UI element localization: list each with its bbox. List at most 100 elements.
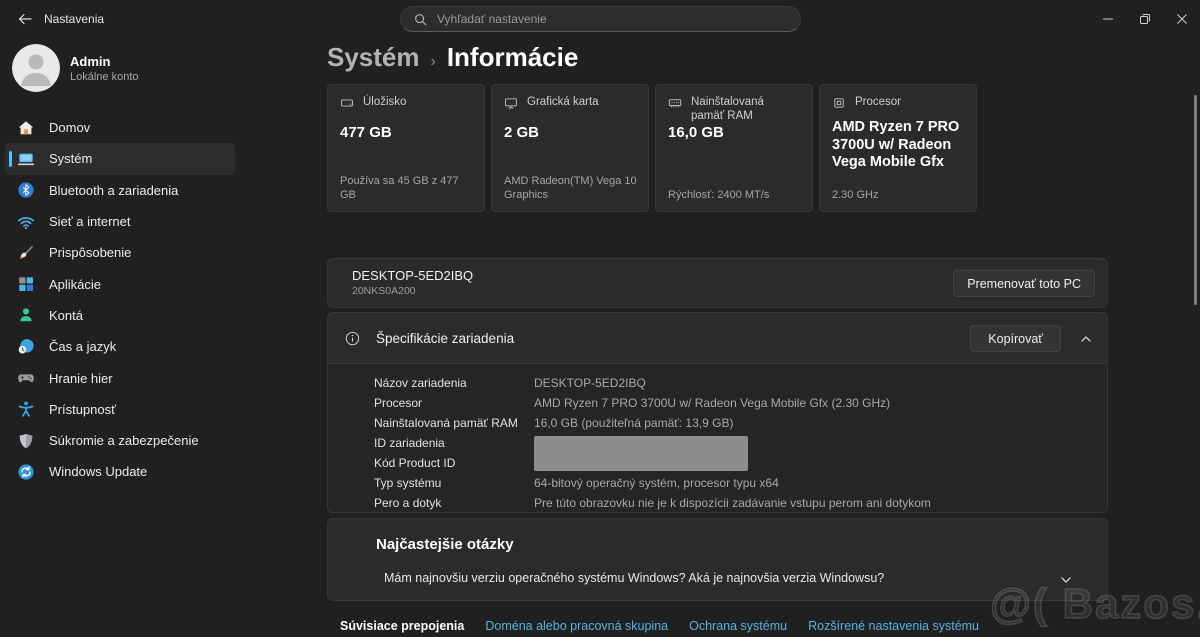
device-specs-card: Špecifikácie zariadenia Kopírovať Názov … [327,312,1108,513]
copy-button[interactable]: Kopírovať [970,325,1061,352]
storage-card[interactable]: Úložisko 477 GB Používa sa 45 GB z 477 G… [327,84,485,212]
gpu-icon [504,96,518,110]
sidebar-item-label: Systém [49,151,92,166]
sidebar-item-label: Súkromie a zabezpečenie [49,433,199,448]
spec-value: 64-bitový operačný systém, procesor typu… [534,476,779,490]
spec-row: Typ systému 64-bitový operačný systém, p… [328,473,1107,493]
scrollbar[interactable] [1194,95,1197,305]
faq-question[interactable]: Mám najnovšiu verziu operačného systému … [384,571,884,585]
sidebar-item-domov[interactable]: Domov [5,112,235,143]
gaming-icon [17,369,35,387]
accessibility-icon [17,400,35,418]
ram-icon [668,96,682,110]
sidebar-item-windows-update[interactable]: Windows Update [5,456,235,487]
window-controls [1089,0,1200,38]
card-label: Úložisko [363,95,406,109]
spec-label: Pero a dotyk [374,496,534,510]
card-label: Procesor [855,95,901,109]
spec-value: DESKTOP-5ED2IBQ [534,376,646,390]
spec-label: ID zariadenia [374,436,534,450]
breadcrumb-separator-icon: › [431,53,436,71]
cpu-card[interactable]: Procesor AMD Ryzen 7 PRO 3700U w/ Radeon… [819,84,977,212]
page-title: Informácie [447,42,579,73]
sidebar-item-label: Hranie hier [49,371,113,386]
sidebar-item-label: Bluetooth a zariadenia [49,183,178,198]
spec-row: Názov zariadenia DESKTOP-5ED2IBQ [328,373,1107,393]
faq-title: Najčastejšie otázky [376,536,514,553]
sidebar-item-apps[interactable]: Aplikácie [5,268,235,299]
close-button[interactable] [1163,0,1200,38]
device-name-card: DESKTOP-5ED2IBQ 20NKS0A200 Premenovať to… [327,258,1108,308]
spec-value: AMD Ryzen 7 PRO 3700U w/ Radeon Vega Mob… [534,396,890,410]
user-name: Admin [70,54,110,69]
redacted-value-overlay [534,436,748,471]
sidebar-item-bluetooth[interactable]: Bluetooth a zariadenia [5,175,235,206]
personalization-icon [17,244,35,262]
sidebar-item-personalization[interactable]: Prispôsobenie [5,237,235,268]
spec-value: 16,0 GB (použiteľná pamäť: 13,9 GB) [534,416,733,430]
back-button[interactable] [10,4,40,34]
sidebar-item-label: Kontá [49,308,83,323]
related-links-title: Súvisiace prepojenia [340,619,464,633]
card-detail: Rýchlosť: 2400 MT/s [668,188,804,202]
card-label: Grafická karta [527,95,599,109]
time-language-icon [17,338,35,356]
card-detail: AMD Radeon(TM) Vega 10 Graphics [504,174,640,202]
sidebar-item-label: Aplikácie [49,277,101,292]
sidebar-item-label: Sieť a internet [49,214,130,229]
system-icon [17,150,35,168]
spec-row: Procesor AMD Ryzen 7 PRO 3700U w/ Radeon… [328,393,1107,413]
spec-label: Nainštalovaná pamäť RAM [374,416,534,430]
sidebar-item-label: Windows Update [49,464,147,479]
sidebar-item-accounts[interactable]: Kontá [5,300,235,331]
spec-label: Procesor [374,396,534,410]
sidebar-item-network[interactable]: Sieť a internet [5,206,235,237]
link-domain-workgroup[interactable]: Doména alebo pracovná skupina [485,619,668,633]
chevron-up-icon[interactable] [1079,332,1093,346]
user-account-type: Lokálne konto [70,71,139,83]
rename-pc-button[interactable]: Premenovať toto PC [953,270,1095,297]
device-model: 20NKS0A200 [352,285,416,297]
related-links: Súvisiace prepojenia Doména alebo pracov… [340,619,979,633]
watermark: @( Bazos.sk [990,580,1200,628]
card-value: 2 GB [504,124,638,141]
device-name: DESKTOP-5ED2IBQ [352,268,473,283]
card-detail: Používa sa 45 GB z 477 GB [340,174,476,202]
avatar[interactable] [12,44,60,92]
spec-label: Názov zariadenia [374,376,534,390]
cpu-icon [832,96,846,110]
breadcrumb: Systém › Informácie [327,42,578,73]
sidebar-item-label: Čas a jazyk [49,339,116,354]
ram-card[interactable]: Nainštalovaná pamäť RAM 16,0 GB Rýchlosť… [655,84,813,212]
apps-icon [17,275,35,293]
minimize-button[interactable] [1089,0,1126,38]
spec-value: Pre túto obrazovku nie je k dispozícii z… [534,496,931,510]
windows-update-icon [17,463,35,481]
gpu-card[interactable]: Grafická karta 2 GB AMD Radeon(TM) Vega … [491,84,649,212]
card-label: Nainštalovaná pamäť RAM [691,95,800,123]
specs-header[interactable]: Špecifikácie zariadenia Kopírovať [328,313,1107,363]
accounts-icon [17,306,35,324]
sidebar-nav: Domov Systém Bluetooth a zariadenia Sieť… [5,112,235,488]
search-icon [413,12,428,27]
search-input[interactable] [437,12,788,26]
spec-label: Typ systému [374,476,534,490]
breadcrumb-parent[interactable]: Systém [327,42,420,73]
specs-body: Názov zariadenia DESKTOP-5ED2IBQ Proceso… [328,363,1107,512]
card-value: AMD Ryzen 7 PRO 3700U w/ Radeon Vega Mob… [832,119,966,172]
sidebar-item-gaming[interactable]: Hranie hier [5,362,235,393]
back-arrow-icon [17,11,33,27]
search-box[interactable] [400,6,801,32]
sidebar-item-system[interactable]: Systém [5,143,235,174]
specs-title: Špecifikácie zariadenia [376,331,514,346]
card-value: 16,0 GB [668,124,802,141]
sidebar-item-accessibility[interactable]: Prístupnosť [5,394,235,425]
app-title: Nastavenia [44,12,104,26]
sidebar-item-time-language[interactable]: Čas a jazyk [5,331,235,362]
link-advanced-system-settings[interactable]: Rozšírené nastavenia systému [808,619,979,633]
link-system-protection[interactable]: Ochrana systému [689,619,787,633]
home-icon [17,119,35,137]
spec-row: Pero a dotyk Pre túto obrazovku nie je k… [328,493,1107,513]
sidebar-item-privacy[interactable]: Súkromie a zabezpečenie [5,425,235,456]
restore-button[interactable] [1126,0,1163,38]
